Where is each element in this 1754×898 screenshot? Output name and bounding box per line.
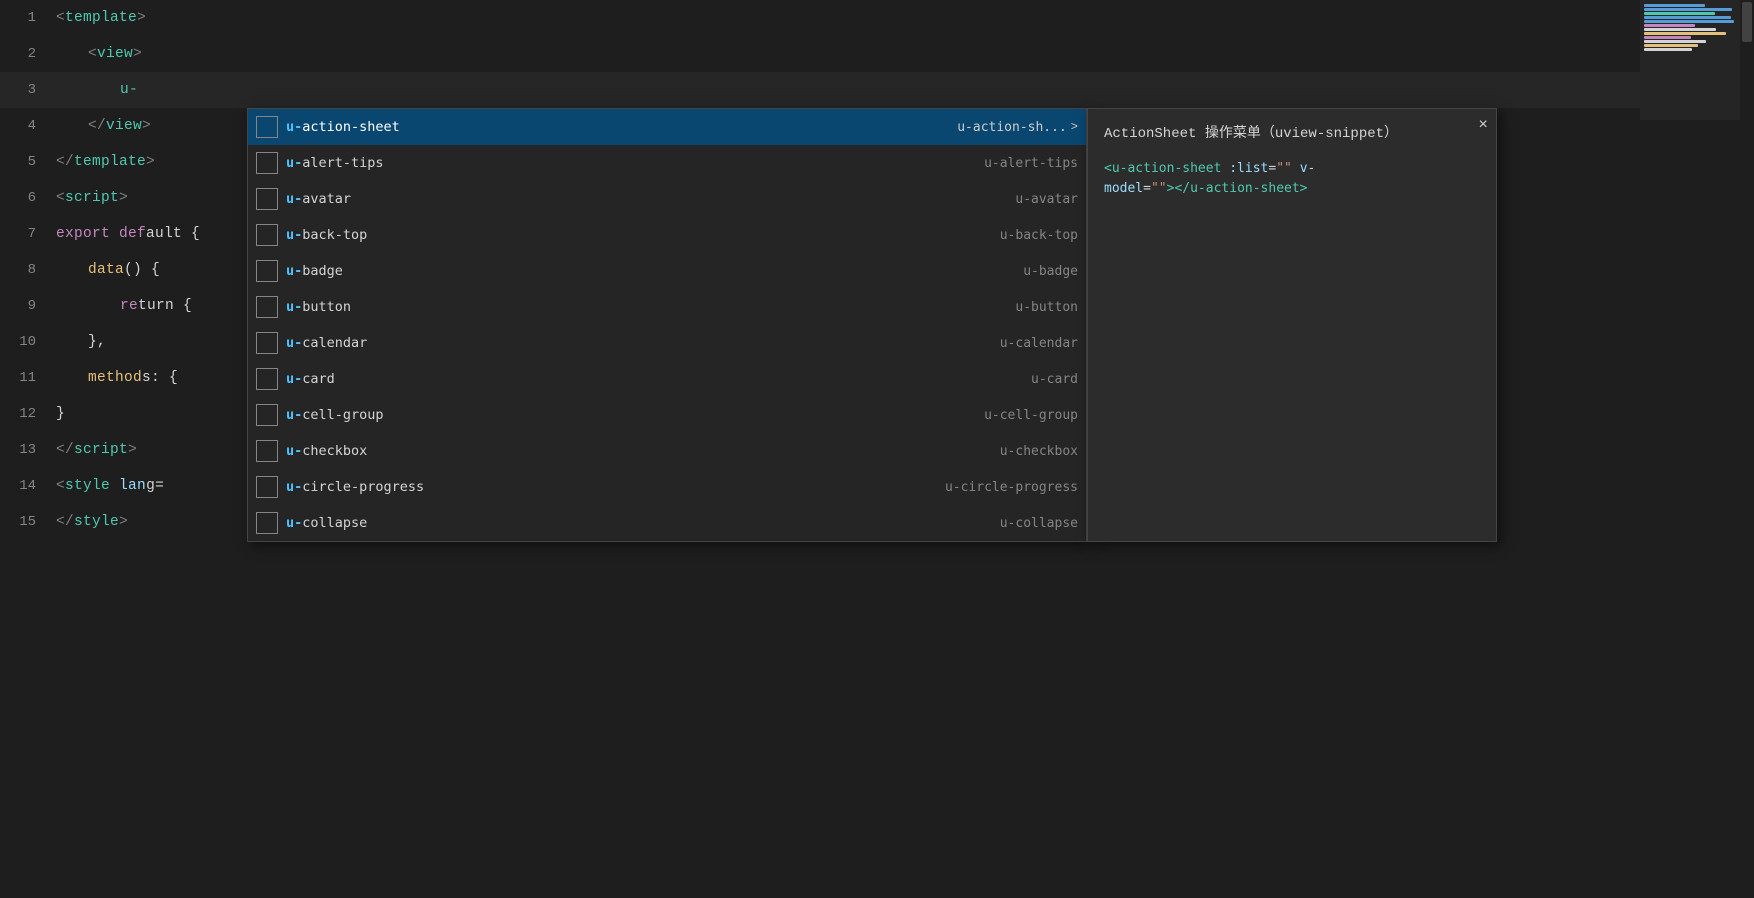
line-number-1: 1: [0, 10, 52, 26]
minimap-line: [1644, 4, 1705, 7]
scrollbar-thumb[interactable]: [1742, 2, 1752, 42]
item-icon-8: [256, 404, 278, 426]
scrollbar-track[interactable]: [1740, 0, 1754, 898]
line-number-7: 7: [0, 226, 52, 242]
item-label-1: u-alert-tips: [286, 155, 968, 171]
minimap: [1640, 0, 1740, 120]
line-number-9: 9: [0, 298, 52, 314]
item-label-6: u-calendar: [286, 335, 984, 351]
autocomplete-item-8[interactable]: u-cell-group u-cell-group: [248, 397, 1086, 433]
autocomplete-item-6[interactable]: u-calendar u-calendar: [248, 325, 1086, 361]
item-icon-4: [256, 260, 278, 282]
item-detail-9: u-checkbox: [1000, 444, 1078, 459]
line-number-6: 6: [0, 190, 52, 206]
item-label-5: u-button: [286, 299, 999, 315]
code-line-3: 3u-: [0, 72, 1754, 108]
item-detail-1: u-alert-tips: [984, 156, 1078, 171]
item-detail-6: u-calendar: [1000, 336, 1078, 351]
item-detail-3: u-back-top: [1000, 228, 1078, 243]
item-label-7: u-card: [286, 371, 1015, 387]
item-detail-2: u-avatar: [1015, 192, 1078, 207]
item-detail-7: u-card: [1031, 372, 1078, 387]
item-detail-10: u-circle-progress: [945, 480, 1078, 495]
line-number-2: 2: [0, 46, 52, 62]
autocomplete-item-7[interactable]: u-card u-card: [248, 361, 1086, 397]
autocomplete-item-4[interactable]: u-badge u-badge: [248, 253, 1086, 289]
item-icon-10: [256, 476, 278, 498]
line-number-14: 14: [0, 478, 52, 494]
line-number-10: 10: [0, 334, 52, 350]
line-number-15: 15: [0, 514, 52, 530]
item-detail-5: u-button: [1015, 300, 1078, 315]
item-label-9: u-checkbox: [286, 443, 984, 459]
autocomplete-item-9[interactable]: u-checkbox u-checkbox: [248, 433, 1086, 469]
item-detail-8: u-cell-group: [984, 408, 1078, 423]
line-number-4: 4: [0, 118, 52, 134]
code-line-2: 2<view>: [0, 36, 1754, 72]
line-content-3: u-: [52, 82, 1754, 98]
autocomplete-item-5[interactable]: u-button u-button: [248, 289, 1086, 325]
item-arrow-0: >: [1071, 120, 1078, 134]
item-icon-11: [256, 512, 278, 534]
item-icon-2: [256, 188, 278, 210]
line-number-8: 8: [0, 262, 52, 278]
line-number-13: 13: [0, 442, 52, 458]
autocomplete-item-3[interactable]: u-back-top u-back-top: [248, 217, 1086, 253]
item-label-4: u-badge: [286, 263, 1007, 279]
autocomplete-item-10[interactable]: u-circle-progress u-circle-progress: [248, 469, 1086, 505]
item-detail-11: u-collapse: [1000, 516, 1078, 531]
item-detail-0: u-action-sh...: [957, 120, 1067, 135]
line-number-11: 11: [0, 370, 52, 386]
code-line-1: 1<template>: [0, 0, 1754, 36]
minimap-line: [1644, 36, 1691, 39]
item-detail-4: u-badge: [1023, 264, 1078, 279]
item-label-2: u-avatar: [286, 191, 999, 207]
autocomplete-item-2[interactable]: u-avatar u-avatar: [248, 181, 1086, 217]
item-label-10: u-circle-progress: [286, 479, 929, 495]
item-icon-0: [256, 116, 278, 138]
line-number-12: 12: [0, 406, 52, 422]
item-icon-9: [256, 440, 278, 462]
item-icon-6: [256, 332, 278, 354]
minimap-line: [1644, 20, 1734, 23]
minimap-line: [1644, 48, 1692, 51]
item-icon-1: [256, 152, 278, 174]
minimap-line: [1644, 32, 1726, 35]
code-editor: 1<template>2<view>3u-4</view>5</template…: [0, 0, 1754, 898]
line-number-3: 3: [0, 82, 52, 98]
item-label-0: u-action-sheet: [286, 119, 941, 135]
minimap-line: [1644, 12, 1715, 15]
minimap-line: [1644, 40, 1706, 43]
autocomplete-item-11[interactable]: u-collapse u-collapse: [248, 505, 1086, 541]
item-label-8: u-cell-group: [286, 407, 968, 423]
autocomplete-list[interactable]: u-action-sheet u-action-sh... > u-alert-ti…: [247, 108, 1087, 542]
autocomplete-item-0[interactable]: u-action-sheet u-action-sh... >: [248, 109, 1086, 145]
minimap-line: [1644, 44, 1698, 47]
item-label-3: u-back-top: [286, 227, 984, 243]
minimap-line: [1644, 24, 1695, 27]
line-content-1: <template>: [52, 10, 1754, 26]
item-label-11: u-collapse: [286, 515, 984, 531]
item-icon-5: [256, 296, 278, 318]
minimap-line: [1644, 16, 1731, 19]
minimap-line: [1644, 28, 1716, 31]
item-icon-3: [256, 224, 278, 246]
doc-panel: × ActionSheet 操作菜单（uview-snippet） <u-act…: [1087, 108, 1497, 542]
doc-title: ActionSheet 操作菜单（uview-snippet）: [1104, 125, 1480, 145]
minimap-line: [1644, 8, 1732, 11]
doc-code: <u-action-sheet :list="" v- model=""></u…: [1104, 159, 1480, 201]
item-icon-7: [256, 368, 278, 390]
close-icon[interactable]: ×: [1478, 117, 1488, 133]
line-content-2: <view>: [52, 46, 1754, 62]
autocomplete-item-1[interactable]: u-alert-tips u-alert-tips: [248, 145, 1086, 181]
line-number-5: 5: [0, 154, 52, 170]
autocomplete-container: u-action-sheet u-action-sh... > u-alert-ti…: [247, 108, 1497, 542]
